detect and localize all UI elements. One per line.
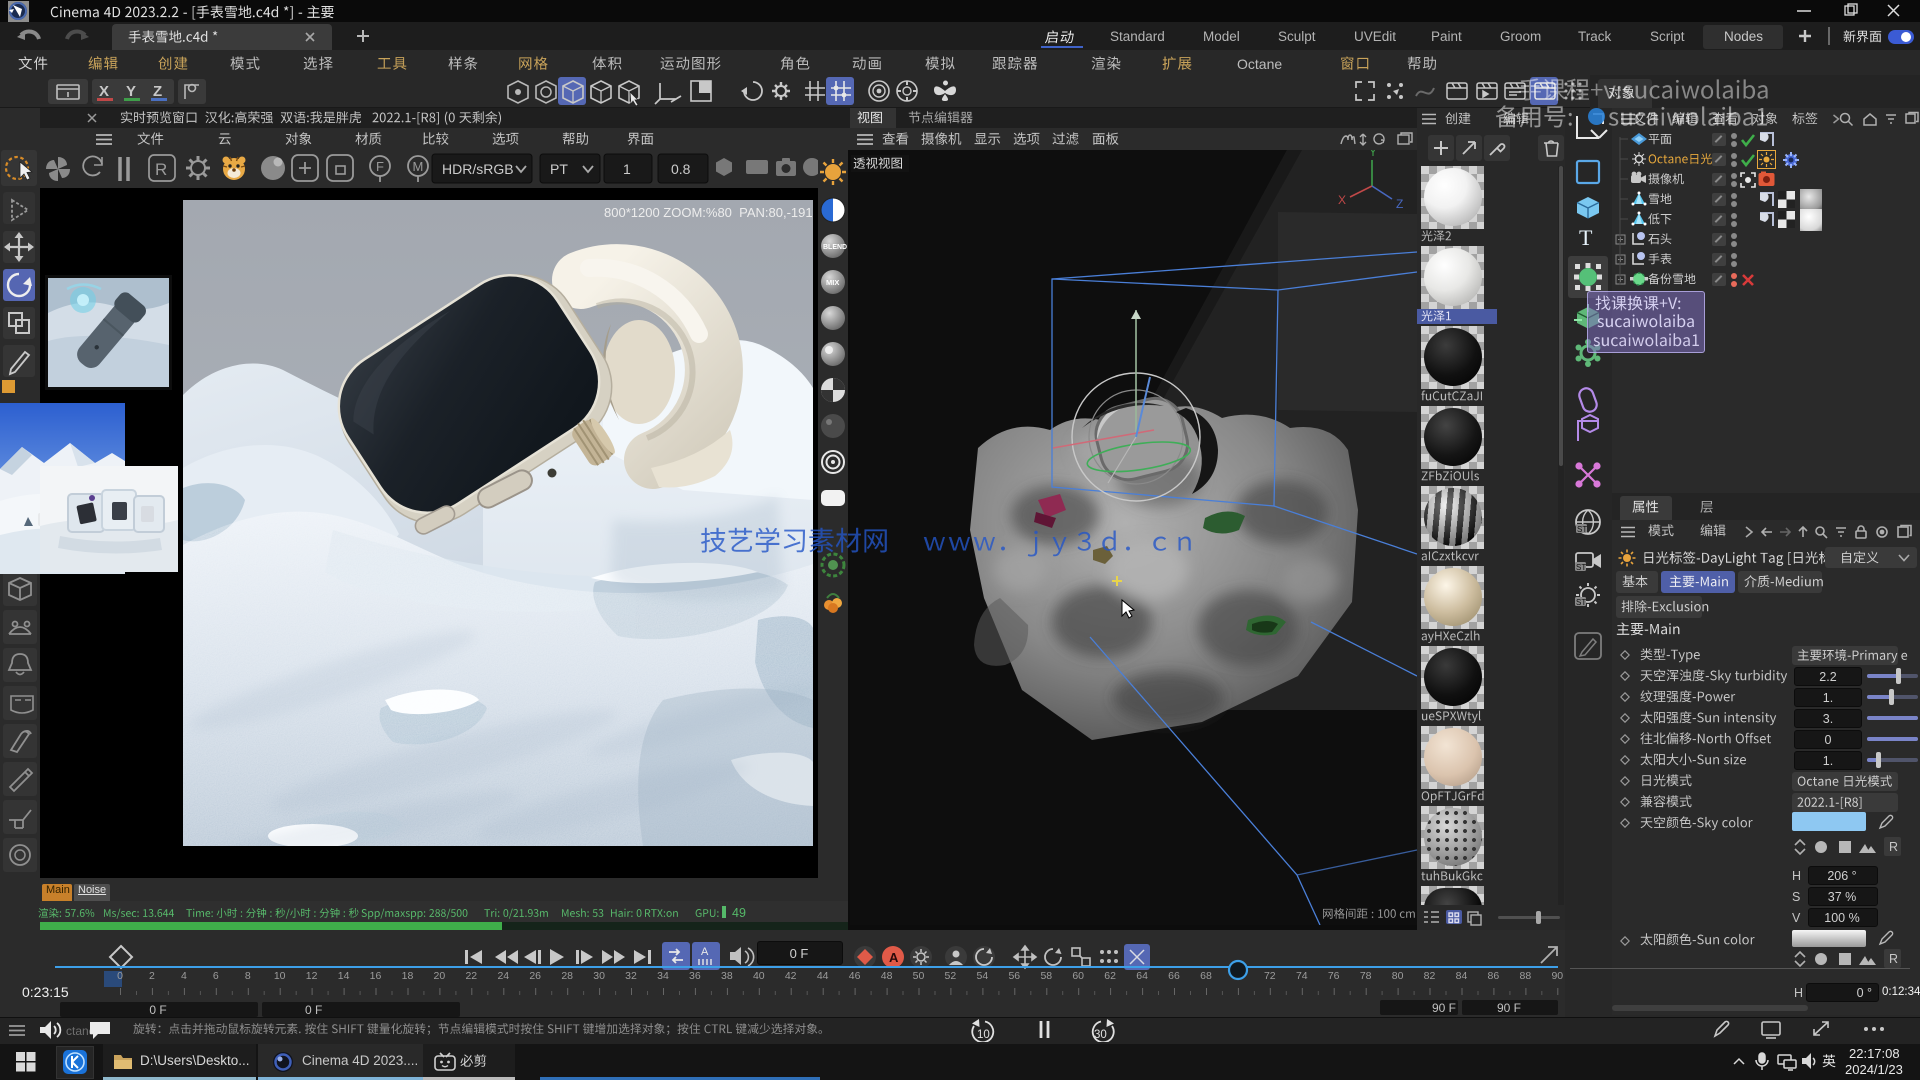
svg-text:0: 0 [117, 970, 123, 982]
svg-text:16: 16 [370, 970, 382, 982]
svg-text:72: 72 [1264, 970, 1276, 982]
svg-text:6: 6 [213, 970, 219, 982]
svg-text:30: 30 [1094, 1029, 1107, 1041]
svg-text:42: 42 [785, 970, 797, 982]
svg-text:18: 18 [402, 970, 414, 982]
svg-text:48: 48 [881, 970, 893, 982]
svg-text:36: 36 [689, 970, 701, 982]
svg-text:54: 54 [977, 970, 989, 982]
svg-text:50: 50 [913, 970, 925, 982]
svg-text:40: 40 [753, 970, 765, 982]
svg-text:14: 14 [338, 970, 350, 982]
svg-text:22: 22 [465, 970, 477, 982]
svg-text:68: 68 [1200, 970, 1212, 982]
svg-text:78: 78 [1360, 970, 1372, 982]
svg-text:74: 74 [1296, 970, 1308, 982]
svg-text:66: 66 [1168, 970, 1180, 982]
svg-text:30: 30 [593, 970, 605, 982]
svg-text:A: A [889, 950, 899, 965]
svg-text:2: 2 [149, 970, 155, 982]
svg-text:64: 64 [1136, 970, 1148, 982]
svg-text:90: 90 [1551, 970, 1563, 982]
svg-text:28: 28 [561, 970, 573, 982]
svg-text:32: 32 [625, 970, 637, 982]
svg-text:4: 4 [181, 970, 187, 982]
svg-text:24: 24 [497, 970, 509, 982]
svg-text:10: 10 [274, 970, 286, 982]
svg-text:26: 26 [529, 970, 541, 982]
svg-text:A: A [701, 946, 709, 958]
svg-text:88: 88 [1520, 970, 1532, 982]
svg-text:62: 62 [1104, 970, 1116, 982]
svg-text:52: 52 [945, 970, 957, 982]
svg-text:20: 20 [434, 970, 446, 982]
svg-text:84: 84 [1456, 970, 1468, 982]
svg-text:76: 76 [1328, 970, 1340, 982]
svg-text:80: 80 [1392, 970, 1404, 982]
svg-text:60: 60 [1072, 970, 1084, 982]
svg-text:10: 10 [977, 1029, 990, 1041]
svg-text:82: 82 [1424, 970, 1436, 982]
svg-text:12: 12 [306, 970, 318, 982]
svg-text:86: 86 [1488, 970, 1500, 982]
svg-text:34: 34 [657, 970, 669, 982]
svg-text:8: 8 [245, 970, 251, 982]
svg-text:56: 56 [1008, 970, 1020, 982]
svg-text:46: 46 [849, 970, 861, 982]
svg-text:38: 38 [721, 970, 733, 982]
svg-text:44: 44 [817, 970, 829, 982]
svg-text:58: 58 [1040, 970, 1052, 982]
